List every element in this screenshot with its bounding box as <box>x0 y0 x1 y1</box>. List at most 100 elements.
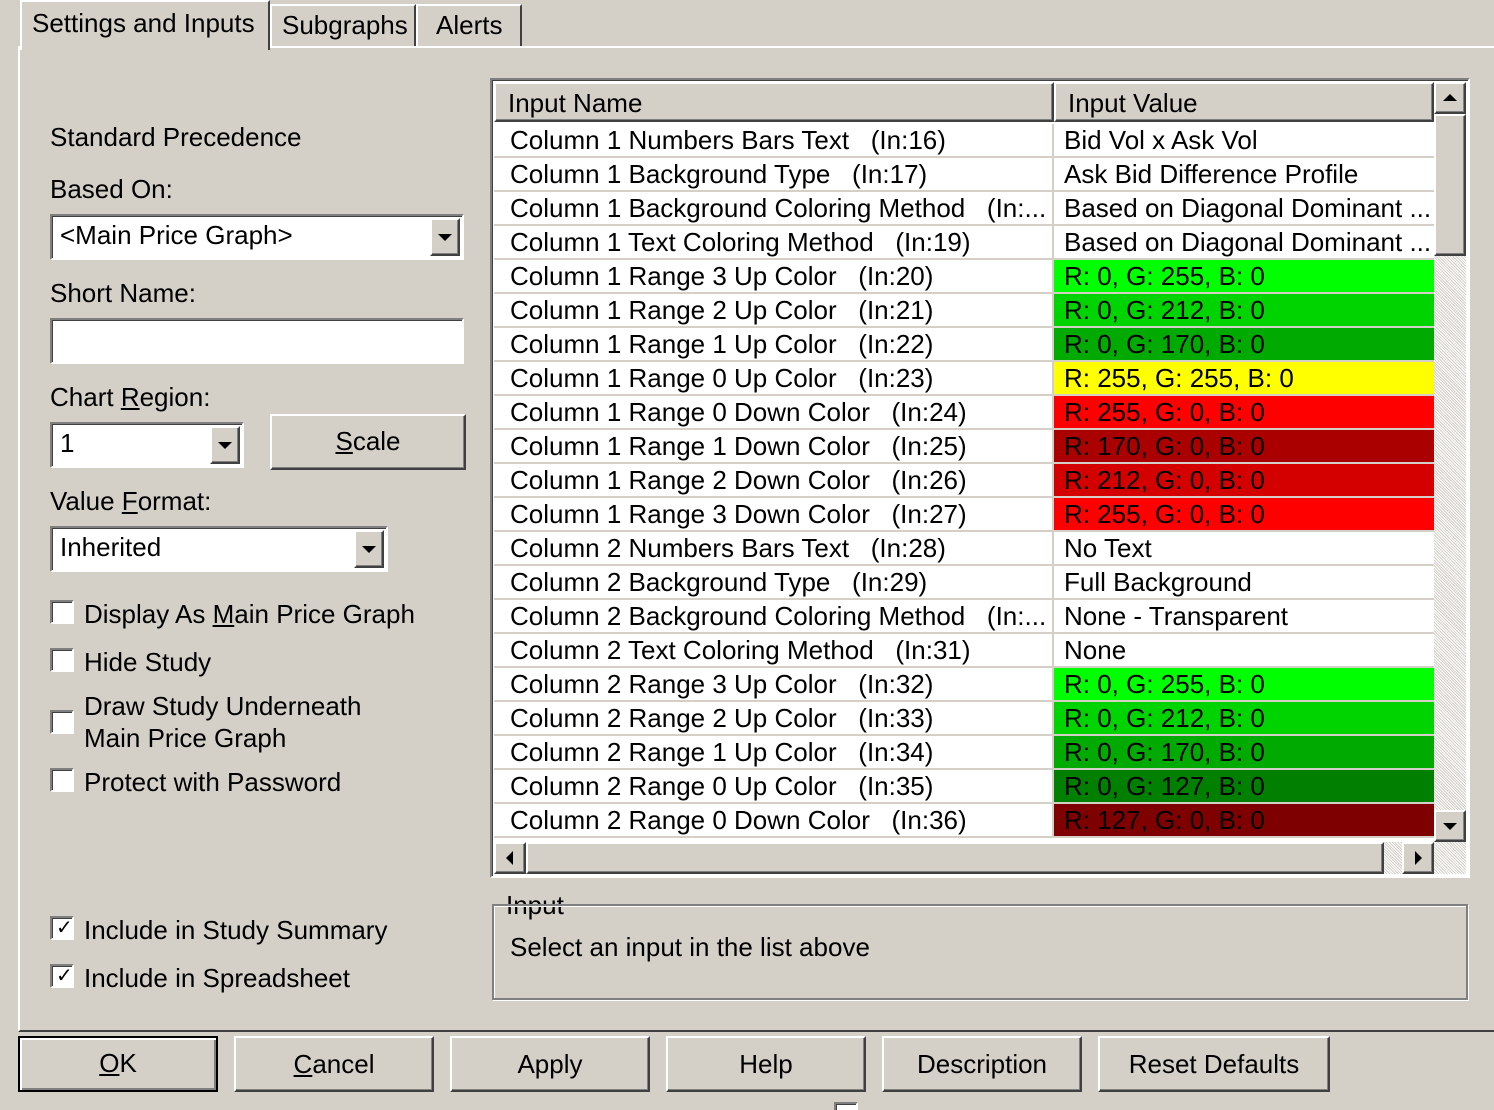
apply-button[interactable]: Apply <box>450 1036 650 1092</box>
input-value-cell[interactable]: Full Background <box>1054 566 1434 600</box>
vertical-scroll-thumb[interactable] <box>1434 114 1466 256</box>
input-value-cell[interactable]: R: 0, G: 255, B: 0 <box>1054 260 1434 294</box>
input-name-cell[interactable]: Column 1 Range 2 Down Color (In:26) <box>494 464 1054 498</box>
table-row[interactable]: Column 1 Range 3 Up Color (In:20) R: 0, G… <box>494 260 1434 294</box>
checkbox-box[interactable]: ✓ <box>50 916 74 940</box>
checkbox-box[interactable]: ✓ <box>50 964 74 988</box>
table-row[interactable]: Column 1 Range 2 Down Color (In:26) R: 21… <box>494 464 1434 498</box>
value-format-dropdown-button[interactable] <box>354 530 384 568</box>
tab-subgraphs[interactable]: Subgraphs <box>270 4 416 46</box>
input-value-cell[interactable]: R: 127, G: 0, B: 0 <box>1054 804 1434 838</box>
chart-region-select[interactable]: 1 <box>50 422 244 468</box>
input-name-cell[interactable]: Column 2 Range 3 Up Color (In:32) <box>494 668 1054 702</box>
input-value-cell[interactable]: R: 212, G: 0, B: 0 <box>1054 464 1434 498</box>
hide-study-checkbox[interactable]: Hide Study <box>50 646 211 678</box>
checkbox-box[interactable] <box>50 768 74 792</box>
input-value-cell[interactable]: None - Transparent <box>1054 600 1434 634</box>
input-name-cell[interactable]: Column 2 Background Type (In:29) <box>494 566 1054 600</box>
input-name-cell[interactable]: Column 1 Range 3 Up Color (In:20) <box>494 260 1054 294</box>
input-value-cell[interactable]: Bid Vol x Ask Vol <box>1054 124 1434 158</box>
tab-settings-and-inputs[interactable]: Settings and Inputs <box>20 0 270 50</box>
include-in-spreadsheet-checkbox[interactable]: ✓ Include in Spreadsheet <box>50 962 350 994</box>
table-row[interactable]: Column 2 Background Type (In:29) Full Bac… <box>494 566 1434 600</box>
scroll-up-button[interactable] <box>1434 82 1466 114</box>
scale-button[interactable]: Scale <box>270 414 466 470</box>
input-name-cell[interactable]: Column 1 Range 0 Up Color (In:23) <box>494 362 1054 396</box>
chart-region-dropdown-button[interactable] <box>210 426 240 464</box>
table-row[interactable]: Column 1 Background Coloring Method (In:… <box>494 192 1434 226</box>
reset-defaults-button[interactable]: Reset Defaults <box>1098 1036 1330 1092</box>
horizontal-scroll-thumb[interactable] <box>526 842 1384 874</box>
input-value-cell[interactable]: Ask Bid Difference Profile <box>1054 158 1434 192</box>
display-as-main-price-graph-checkbox[interactable]: Display As Main Price Graph <box>50 598 415 630</box>
table-row[interactable]: Column 1 Range 1 Down Color (In:25) R: 17… <box>494 430 1434 464</box>
table-row[interactable]: Column 2 Range 1 Up Color (In:34) R: 0, G… <box>494 736 1434 770</box>
input-name-cell[interactable]: Column 1 Text Coloring Method (In:19) <box>494 226 1054 260</box>
tab-alerts[interactable]: Alerts <box>416 4 522 46</box>
input-name-cell[interactable]: Column 1 Numbers Bars Text (In:16) <box>494 124 1054 158</box>
input-name-cell[interactable]: Column 2 Range 0 Up Color (In:35) <box>494 770 1054 804</box>
input-value-cell[interactable]: R: 0, G: 255, B: 0 <box>1054 668 1434 702</box>
input-name-cell[interactable]: Column 2 Range 1 Up Color (In:34) <box>494 736 1054 770</box>
table-row[interactable]: Column 1 Numbers Bars Text (In:16) Bid Vo… <box>494 124 1434 158</box>
scroll-left-button[interactable] <box>494 842 526 874</box>
ok-button[interactable]: OK <box>18 1036 218 1092</box>
table-row[interactable]: Column 1 Range 2 Up Color (In:21) R: 0, G… <box>494 294 1434 328</box>
checkbox-box[interactable] <box>50 600 74 624</box>
input-name-cell[interactable]: Column 1 Range 3 Down Color (In:27) <box>494 498 1054 532</box>
table-row[interactable]: Column 2 Range 0 Down Color (In:36) R: 12… <box>494 804 1434 838</box>
input-name-cell[interactable]: Column 2 Range 2 Up Color (In:33) <box>494 702 1054 736</box>
table-row[interactable]: Column 1 Range 3 Down Color (In:27) R: 25… <box>494 498 1434 532</box>
input-value-cell[interactable]: R: 0, G: 170, B: 0 <box>1054 736 1434 770</box>
input-name-cell[interactable]: Column 1 Background Type (In:17) <box>494 158 1054 192</box>
cancel-button[interactable]: Cancel <box>234 1036 434 1092</box>
input-name-cell[interactable]: Column 1 Range 1 Up Color (In:22) <box>494 328 1054 362</box>
table-row[interactable]: Column 2 Range 2 Up Color (In:33) R: 0, G… <box>494 702 1434 736</box>
scroll-right-button[interactable] <box>1402 842 1434 874</box>
input-value-cell[interactable]: R: 0, G: 212, B: 0 <box>1054 702 1434 736</box>
input-value-cell[interactable]: R: 255, G: 0, B: 0 <box>1054 498 1434 532</box>
input-value-cell[interactable]: R: 0, G: 212, B: 0 <box>1054 294 1434 328</box>
based-on-select[interactable]: <Main Price Graph> <box>50 214 464 260</box>
input-value-cell[interactable]: R: 0, G: 127, B: 0 <box>1054 770 1434 804</box>
help-button[interactable]: Help <box>666 1036 866 1092</box>
input-name-cell[interactable]: Column 2 Text Coloring Method (In:31) <box>494 634 1054 668</box>
input-value-cell[interactable]: R: 255, G: 255, B: 0 <box>1054 362 1434 396</box>
input-value-cell[interactable]: No Text <box>1054 532 1434 566</box>
input-name-cell[interactable]: Column 2 Range 0 Down Color (In:36) <box>494 804 1054 838</box>
table-row[interactable]: Column 2 Background Coloring Method (In:… <box>494 600 1434 634</box>
input-value-cell[interactable]: R: 0, G: 170, B: 0 <box>1054 328 1434 362</box>
short-name-input[interactable] <box>50 318 464 364</box>
draw-study-underneath-checkbox[interactable]: Draw Study Underneath Main Price Graph <box>50 690 361 754</box>
input-value-cell[interactable]: Based on Diagonal Dominant ... <box>1054 226 1434 260</box>
input-value-cell[interactable]: Based on Diagonal Dominant ... <box>1054 192 1434 226</box>
input-name-cell[interactable]: Column 1 Range 0 Down Color (In:24) <box>494 396 1054 430</box>
input-value-cell[interactable]: R: 255, G: 0, B: 0 <box>1054 396 1434 430</box>
partial-checkbox[interactable] <box>834 1102 858 1110</box>
horizontal-scrollbar[interactable] <box>494 842 1434 874</box>
include-in-study-summary-checkbox[interactable]: ✓ Include in Study Summary <box>50 914 387 946</box>
header-input-name[interactable]: Input Name <box>494 82 1054 122</box>
inputs-grid[interactable]: Input Name Input Value Column 1 Numbers … <box>490 78 1470 878</box>
table-row[interactable]: Column 1 Text Coloring Method (In:19) Bas… <box>494 226 1434 260</box>
checkbox-box[interactable] <box>50 710 74 734</box>
value-format-select[interactable]: Inherited <box>50 526 388 572</box>
table-row[interactable]: Column 1 Background Type (In:17) Ask Bid … <box>494 158 1434 192</box>
table-row[interactable]: Column 1 Range 1 Up Color (In:22) R: 0, G… <box>494 328 1434 362</box>
input-name-cell[interactable]: Column 1 Range 2 Up Color (In:21) <box>494 294 1054 328</box>
table-row[interactable]: Column 1 Range 0 Up Color (In:23) R: 255,… <box>494 362 1434 396</box>
vertical-scrollbar[interactable] <box>1434 82 1466 842</box>
input-name-cell[interactable]: Column 1 Range 1 Down Color (In:25) <box>494 430 1054 464</box>
input-name-cell[interactable]: Column 2 Numbers Bars Text (In:28) <box>494 532 1054 566</box>
input-name-cell[interactable]: Column 2 Background Coloring Method (In:… <box>494 600 1054 634</box>
based-on-dropdown-button[interactable] <box>430 218 460 256</box>
checkbox-box[interactable] <box>50 648 74 672</box>
table-row[interactable]: Column 2 Range 3 Up Color (In:32) R: 0, G… <box>494 668 1434 702</box>
scroll-down-button[interactable] <box>1434 810 1466 842</box>
description-button[interactable]: Description <box>882 1036 1082 1092</box>
table-row[interactable]: Column 1 Range 0 Down Color (In:24) R: 25… <box>494 396 1434 430</box>
table-row[interactable]: Column 2 Range 0 Up Color (In:35) R: 0, G… <box>494 770 1434 804</box>
input-value-cell[interactable]: R: 170, G: 0, B: 0 <box>1054 430 1434 464</box>
header-input-value[interactable]: Input Value <box>1054 82 1434 122</box>
protect-with-password-checkbox[interactable]: Protect with Password <box>50 766 341 798</box>
